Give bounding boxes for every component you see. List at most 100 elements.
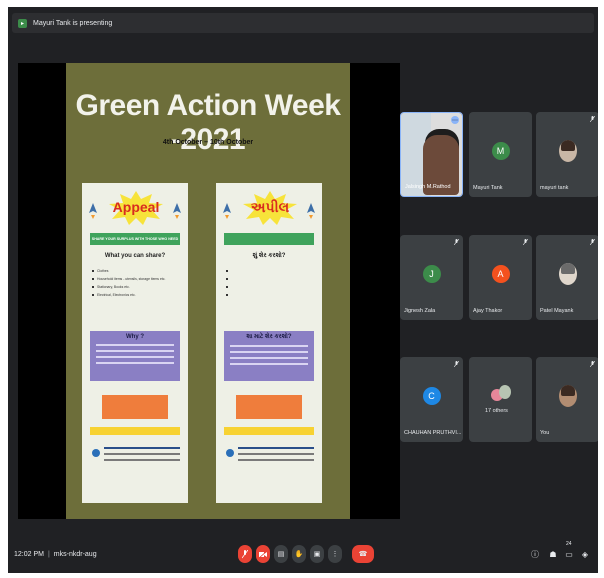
slide: Green Action Week -2021 4th October – 10…: [66, 63, 350, 519]
mic-off-icon: [454, 239, 459, 245]
others-count: 17 others: [485, 408, 508, 414]
presenting-label: Mayuri Tank is presenting: [33, 19, 113, 27]
info-button[interactable]: ⓘ: [530, 549, 540, 559]
avatar-photo: [558, 385, 577, 407]
list-item: [226, 283, 316, 291]
raise-hand-button[interactable]: ✋: [292, 545, 306, 563]
why-heading: Why ?: [126, 334, 144, 340]
presentation-stage[interactable]: Green Action Week -2021 4th October – 10…: [18, 63, 400, 519]
participant-name: Patel Mayank: [540, 308, 574, 314]
meet-window: ▸ Mayuri Tank is presenting Green Action…: [8, 7, 598, 573]
participant-tile-you[interactable]: You: [536, 357, 598, 442]
list-item: Clothes: [92, 267, 182, 275]
captions-button[interactable]: ▤: [274, 545, 288, 563]
participant-tile[interactable]: mayuri tank: [536, 112, 598, 197]
mic-off-icon: [454, 361, 459, 367]
list-item: [226, 291, 316, 299]
why-box: શા માટે શેર કરશો?: [224, 331, 314, 381]
share-list: Clothes Household items - utensils, stor…: [92, 267, 182, 299]
participant-tile[interactable]: J Jignesh Zala: [400, 235, 463, 320]
participant-name: Mayuri Tank: [473, 185, 503, 191]
people-button[interactable]: ☗: [548, 549, 558, 559]
more-options-button[interactable]: ⋮: [328, 545, 342, 563]
hand-icon: ✋: [294, 551, 304, 558]
poster-header: અપીલ: [250, 199, 290, 215]
list-item: [226, 275, 316, 283]
present-icon: ▣: [313, 551, 321, 558]
text-line: [230, 363, 308, 365]
text-line: [96, 356, 174, 358]
avatar-photo: [558, 263, 577, 285]
presenting-banner: ▸ Mayuri Tank is presenting: [12, 13, 594, 33]
participant-tile[interactable]: Patel Mayank: [536, 235, 598, 320]
list-item: Stationary, Books etc.: [92, 283, 182, 291]
text-line: [238, 453, 314, 455]
people-count-badge: 24: [566, 541, 572, 547]
poster-header: Appeal: [112, 199, 160, 215]
mic-toggle-button[interactable]: [238, 545, 252, 563]
clock-time: 12:02 PM: [14, 551, 44, 558]
participant-name: CHAUHAN PRUTHVI...: [404, 430, 462, 436]
mic-off-icon: [590, 361, 595, 367]
separator: |: [47, 551, 50, 558]
participant-name: Ajay Thakor: [473, 308, 503, 314]
info-band: [224, 427, 314, 435]
share-list: [226, 267, 316, 299]
contact-box: [102, 395, 168, 419]
presentation-icon: ▸: [18, 18, 27, 28]
slide-dates: 4th October – 10th October: [162, 139, 254, 146]
rocket-icon: [89, 203, 97, 219]
mic-off-icon: [242, 549, 248, 558]
slide-title: Green Action Week -2021: [75, 89, 341, 156]
control-bar: 12:02 PM | mks-nkdr-aug ▤ ✋ ▣ ⋮ ☎ ⓘ 24 ☗ ▭…: [8, 537, 598, 573]
organization-logo: [226, 449, 234, 457]
poster-gujarati: અપીલ શું શેર કરશો? શા માટે શેર કરશો?: [216, 183, 322, 503]
text-line: [96, 362, 174, 364]
participant-name: mayuri tank: [540, 185, 569, 191]
participant-tile[interactable]: C CHAUHAN PRUTHVI...: [400, 357, 463, 442]
leave-call-button[interactable]: ☎: [352, 545, 374, 563]
photo-hair: [560, 263, 575, 274]
camera-toggle-button[interactable]: [256, 545, 270, 563]
more-vert-icon: ⋮: [331, 551, 339, 558]
text-line: [104, 453, 180, 455]
present-button[interactable]: ▣: [310, 545, 324, 563]
info-band: [90, 427, 180, 435]
share-heading: શું શેર કરશો?: [252, 253, 286, 259]
rocket-icon: [223, 203, 231, 219]
text-line: [104, 447, 180, 449]
activities-button[interactable]: ◈: [580, 549, 590, 559]
avatar: M: [491, 142, 510, 160]
participant-name: Jalsingh M.Rathod: [405, 184, 451, 190]
others-tile[interactable]: 17 others: [469, 357, 532, 442]
participant-tile-self[interactable]: ⋯ Jalsingh M.Rathod: [400, 112, 463, 197]
hang-up-icon: ☎: [358, 551, 368, 558]
list-item: Electrical, Electronics etc.: [92, 291, 182, 299]
text-line: [230, 345, 308, 347]
text-line: [96, 344, 174, 346]
participant-tile[interactable]: M Mayuri Tank: [469, 112, 532, 197]
meeting-info: 12:02 PM | mks-nkdr-aug: [14, 551, 97, 558]
photo-hair: [560, 140, 575, 151]
avatar: A: [491, 265, 510, 283]
chat-button[interactable]: ▭: [564, 549, 574, 559]
captions-icon: ▤: [277, 551, 285, 558]
others-avatar: [499, 385, 511, 399]
camera-off-icon: [259, 550, 267, 558]
share-heading: What you can share?: [104, 253, 166, 259]
text-line: [230, 357, 308, 359]
mic-off-icon: [523, 239, 528, 245]
text-line: [96, 350, 174, 352]
mic-off-icon: [590, 239, 595, 245]
activities-icon: ◈: [581, 549, 589, 559]
list-item: Household items - utensils, storage item…: [92, 275, 182, 283]
more-options-icon[interactable]: ⋯: [451, 116, 459, 124]
contact-box: [236, 395, 302, 419]
rocket-icon: [307, 203, 315, 219]
participant-tile[interactable]: A Ajay Thakor: [469, 235, 532, 320]
photo-hair: [560, 385, 575, 396]
why-box: Why ?: [90, 331, 180, 381]
people-icon: ☗: [549, 549, 557, 559]
text-line: [230, 351, 308, 353]
avatar-photo: [558, 140, 577, 162]
